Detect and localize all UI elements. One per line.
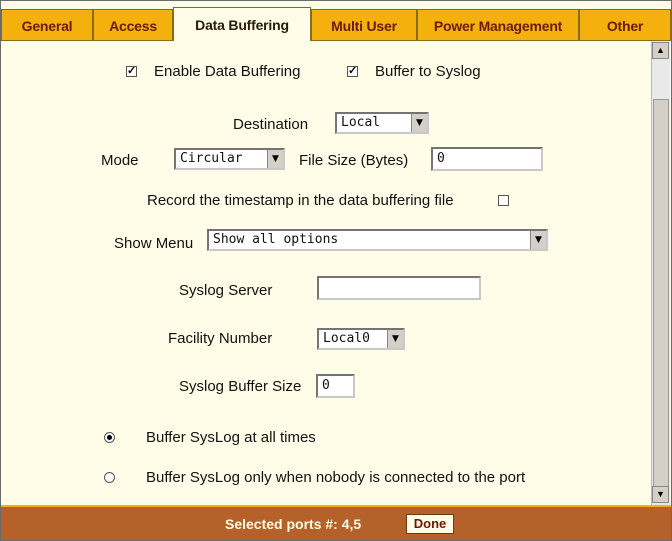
tab-bar: General Access Data Buffering Multi User… bbox=[1, 1, 671, 41]
check-icon: ✓ bbox=[348, 65, 358, 77]
facility-number-label: Facility Number bbox=[168, 330, 273, 347]
enable-buffering-checkbox[interactable]: ✓ bbox=[126, 66, 137, 77]
scrollbar-thumb[interactable] bbox=[653, 99, 669, 497]
chevron-down-icon: ▼ bbox=[411, 114, 427, 132]
tab-multi-user[interactable]: Multi User bbox=[311, 9, 417, 41]
show-menu-value: Show all options bbox=[213, 232, 339, 247]
dialog-frame: General Access Data Buffering Multi User… bbox=[0, 0, 672, 541]
buffer-when-idle-label: Buffer SysLog only when nobody is connec… bbox=[146, 469, 526, 486]
mode-label: Mode bbox=[101, 152, 139, 169]
done-button[interactable]: Done bbox=[406, 514, 454, 534]
selected-ports-label: Selected ports #: 4,5 bbox=[225, 516, 362, 532]
buffer-when-idle-radio[interactable] bbox=[104, 472, 115, 483]
syslog-buffer-size-input[interactable]: 0 bbox=[316, 374, 355, 398]
tab-power-management[interactable]: Power Management bbox=[417, 9, 579, 41]
chevron-down-icon: ▼ bbox=[530, 231, 546, 249]
file-size-label: File Size (Bytes) bbox=[299, 152, 409, 169]
file-size-input[interactable]: 0 bbox=[431, 147, 543, 171]
data-buffering-panel: ✓ Enable Data Buffering ✓ Buffer to Sysl… bbox=[1, 41, 651, 505]
footer-bar: Selected ports #: 4,5 Done bbox=[1, 505, 671, 540]
syslog-server-input[interactable] bbox=[317, 276, 481, 300]
destination-label: Destination bbox=[233, 116, 309, 133]
buffer-always-radio[interactable] bbox=[104, 432, 115, 443]
destination-value: Local bbox=[341, 115, 381, 130]
tab-access[interactable]: Access bbox=[93, 9, 173, 41]
vertical-scrollbar[interactable]: ▲ ▼ bbox=[651, 41, 670, 505]
tab-other[interactable]: Other bbox=[579, 9, 671, 41]
show-menu-select[interactable]: Show all options ▼ bbox=[207, 229, 548, 251]
timestamp-checkbox[interactable] bbox=[498, 195, 509, 206]
scroll-up-icon[interactable]: ▲ bbox=[652, 42, 669, 59]
facility-number-select[interactable]: Local0 ▼ bbox=[317, 328, 405, 350]
buffer-always-label: Buffer SysLog at all times bbox=[146, 429, 316, 446]
mode-select[interactable]: Circular ▼ bbox=[174, 148, 285, 170]
enable-buffering-label: Enable Data Buffering bbox=[154, 63, 301, 80]
tab-general[interactable]: General bbox=[1, 9, 93, 41]
timestamp-label: Record the timestamp in the data bufferi… bbox=[147, 192, 454, 209]
mode-value: Circular bbox=[180, 151, 243, 166]
show-menu-label: Show Menu bbox=[114, 235, 194, 252]
chevron-down-icon: ▼ bbox=[267, 150, 283, 168]
destination-select[interactable]: Local ▼ bbox=[335, 112, 429, 134]
syslog-buffer-size-label: Syslog Buffer Size bbox=[179, 378, 302, 395]
buffer-to-syslog-checkbox[interactable]: ✓ bbox=[347, 66, 358, 77]
buffer-to-syslog-label: Buffer to Syslog bbox=[375, 63, 481, 80]
check-icon: ✓ bbox=[127, 65, 137, 77]
syslog-server-label: Syslog Server bbox=[179, 282, 273, 299]
tab-data-buffering[interactable]: Data Buffering bbox=[173, 7, 311, 41]
scroll-down-icon[interactable]: ▼ bbox=[652, 486, 669, 503]
chevron-down-icon: ▼ bbox=[387, 330, 403, 348]
facility-number-value: Local0 bbox=[323, 331, 370, 346]
